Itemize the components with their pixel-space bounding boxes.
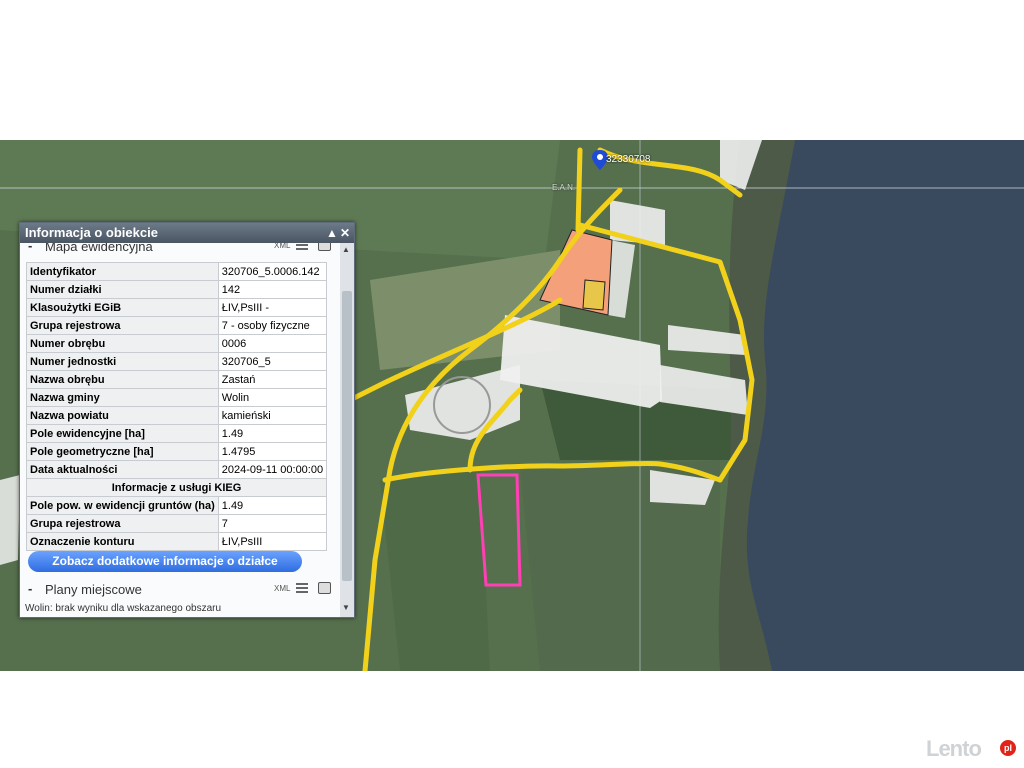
row-value: kamieński xyxy=(217,406,328,425)
close-icon[interactable]: ✕ xyxy=(340,223,350,243)
scroll-up-icon[interactable]: ▲ xyxy=(342,245,350,254)
more-info-button[interactable]: Zobacz dodatkowe informacje o działce xyxy=(28,551,302,572)
row-value: 1.49 xyxy=(217,496,328,515)
table-subheader: Informacje z usługi KIEG xyxy=(25,478,328,497)
print-icon[interactable] xyxy=(318,243,331,251)
panel-header[interactable]: Informacja o obiekcie ▲ ✕ xyxy=(20,223,354,243)
table-row: Numer obrębu 0006 xyxy=(26,334,328,353)
row-value: 7 - osoby fizyczne xyxy=(217,316,328,335)
collapse-icon[interactable]: - xyxy=(28,581,32,596)
row-value: 320706_5 xyxy=(217,352,328,371)
row-key: Pole pow. w ewidencji gruntów (ha) xyxy=(26,496,219,515)
scroll-down-icon[interactable]: ▼ xyxy=(342,603,350,612)
table-row: Numer działki 142 xyxy=(26,280,328,299)
lake-water xyxy=(744,140,1024,671)
table-row: Grupa rejestrowa 7 - osoby fizyczne xyxy=(26,316,328,335)
panel-scrollbar[interactable]: ▲ ▼ xyxy=(340,243,354,617)
object-info-panel[interactable]: Informacja o obiekcie ▲ ✕ - Mapa ewidenc… xyxy=(19,222,355,618)
row-value: 320706_5.0006.142 xyxy=(217,262,328,281)
row-key: Identyfikator xyxy=(26,262,219,281)
row-key: Oznaczenie konturu xyxy=(26,532,219,551)
table-row: Nazwa gminy Wolin xyxy=(26,388,328,407)
table-row: Nazwa obrębu Zastań xyxy=(26,370,328,389)
print-icon[interactable] xyxy=(318,582,331,594)
section-title: Mapa ewidencyjna xyxy=(45,243,153,254)
minimize-icon[interactable]: ▲ xyxy=(326,223,338,243)
table-row: Numer jednostki 320706_5 xyxy=(26,352,328,371)
row-key: Numer jednostki xyxy=(26,352,219,371)
section-local-plans[interactable]: - Plany miejscowe XML xyxy=(20,580,340,600)
table-row: Pole pow. w ewidencji gruntów (ha) 1.49 xyxy=(26,496,328,515)
table-row: Nazwa powiatu kamieński xyxy=(26,406,328,425)
row-value: 7 xyxy=(217,514,328,533)
row-value: Zastań xyxy=(217,370,328,389)
row-key: Nazwa powiatu xyxy=(26,406,219,425)
row-key: Pole ewidencyjne [ha] xyxy=(26,424,219,443)
row-value: ŁIV,PsIII - xyxy=(217,298,328,317)
table-row: Klasoużytki EGiB ŁIV,PsIII - xyxy=(26,298,328,317)
xml-icon[interactable]: XML xyxy=(274,584,290,593)
lento-logo-dot: pl xyxy=(1000,740,1016,756)
table-row: Identyfikator 320706_5.0006.142 xyxy=(26,262,328,281)
table-row: Pole geometryczne [ha] 1.4795 xyxy=(26,442,328,461)
table-row: Grupa rejestrowa 7 xyxy=(26,514,328,533)
section-title: Plany miejscowe xyxy=(45,582,142,597)
table-row: Pole ewidencyjne [ha] 1.49 xyxy=(26,424,328,443)
row-value: 1.49 xyxy=(217,424,328,443)
panel-body[interactable]: - Mapa ewidencyjna XML Identyfikator 3207… xyxy=(20,243,340,617)
grid-label: E.A.N. xyxy=(552,183,576,192)
row-key: Grupa rejestrowa xyxy=(26,514,219,533)
row-key: Klasoużytki EGiB xyxy=(26,298,219,317)
parcel-info-table: Identyfikator 320706_5.0006.142 Numer dzia… xyxy=(25,262,328,551)
collapse-icon[interactable]: - xyxy=(28,243,32,253)
table-row: Oznaczenie konturu ŁIV,PsIII xyxy=(26,532,328,551)
row-value: 1.4795 xyxy=(217,442,328,461)
scroll-thumb[interactable] xyxy=(342,291,352,581)
road xyxy=(575,147,583,233)
row-key: Nazwa obrębu xyxy=(26,370,219,389)
row-key: Numer działki xyxy=(26,280,219,299)
kieg-header: Informacje z usługi KIEG xyxy=(25,478,328,497)
section-evidence-map[interactable]: - Mapa ewidencyjna XML xyxy=(20,243,340,257)
row-value: Wolin xyxy=(217,388,328,407)
row-value: 0006 xyxy=(217,334,328,353)
row-key: Pole geometryczne [ha] xyxy=(26,442,219,461)
table-row: Data aktualności 2024-09-11 00:00:00 xyxy=(26,460,328,479)
list-icon[interactable] xyxy=(296,243,308,252)
row-value: 2024-09-11 00:00:00 xyxy=(217,460,328,479)
lento-watermark: Lento xyxy=(926,736,982,761)
marker-label: 32330708 xyxy=(606,154,651,165)
row-value: 142 xyxy=(217,280,328,299)
panel-title: Informacja o obiekcie xyxy=(25,225,158,240)
row-key: Numer obrębu xyxy=(26,334,219,353)
yellow-parcel xyxy=(582,279,606,311)
row-value: ŁIV,PsIII xyxy=(217,532,328,551)
plans-message: Wolin: brak wyniku dla wskazanego obszar… xyxy=(25,603,222,614)
xml-icon[interactable]: XML xyxy=(274,243,290,250)
list-icon[interactable] xyxy=(296,583,308,595)
row-key: Grupa rejestrowa xyxy=(26,316,219,335)
row-key: Data aktualności xyxy=(26,460,219,479)
row-key: Nazwa gminy xyxy=(26,388,219,407)
parcel-block xyxy=(0,475,20,565)
